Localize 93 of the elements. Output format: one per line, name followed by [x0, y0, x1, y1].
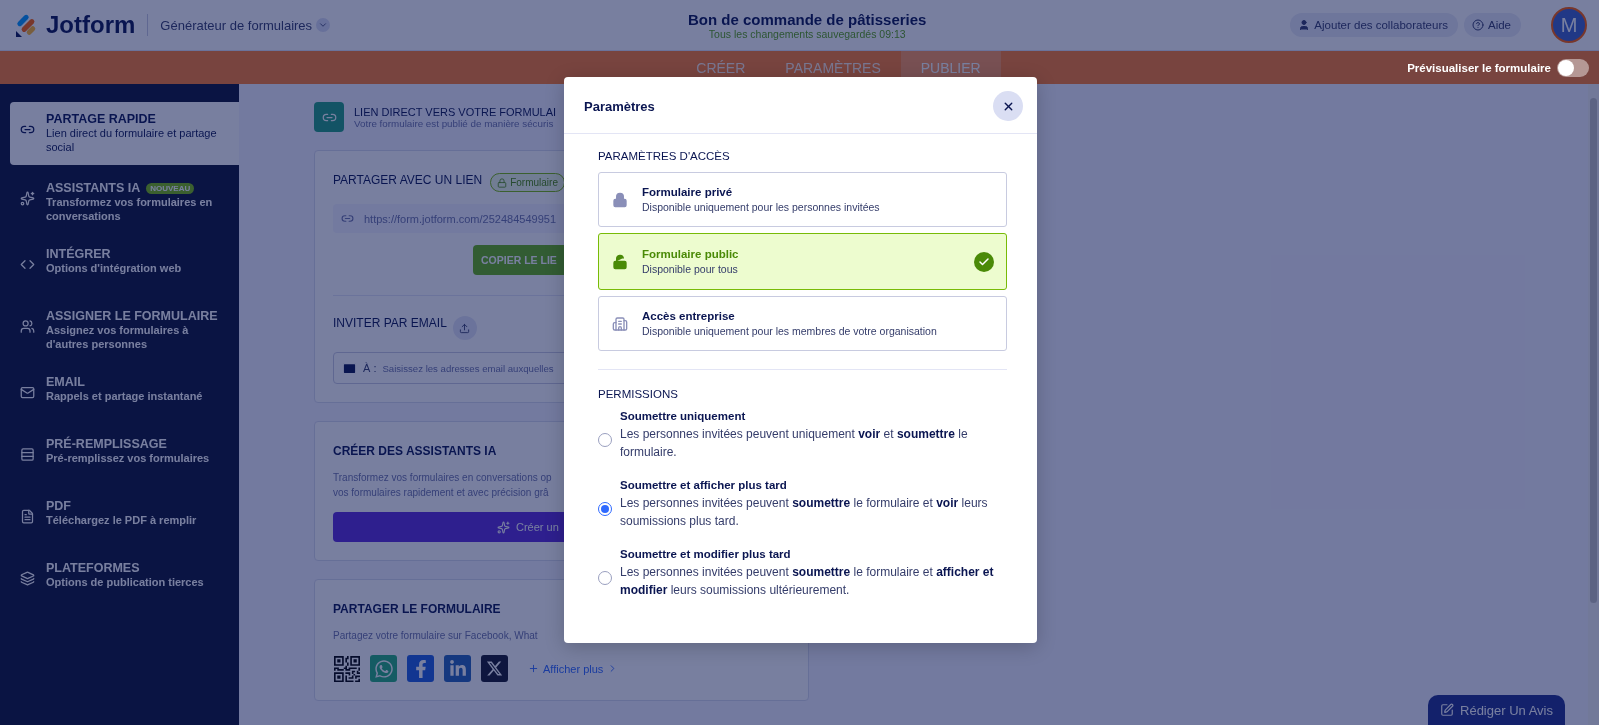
permission-radio[interactable] [598, 433, 612, 447]
plus-icon [528, 663, 539, 674]
sidebar-item-subtitle: Pré-remplissez vos formulaires [46, 451, 210, 465]
sidebar-item-title: ASSIGNER LE FORMULAIRE [46, 309, 218, 323]
save-status: Tous les changements sauvegardés 09:13 [708, 27, 906, 40]
builder-menu[interactable]: Générateur de formulaires [160, 17, 331, 33]
card-description: Partagez votre formulaire sur Facebook, What [333, 629, 538, 643]
access-option[interactable]: Accès entreprise Disponible uniquement pour les membres de votre organisation [598, 296, 1007, 351]
modal-title: Paramètres [584, 98, 655, 114]
section-title: LIEN DIRECT VERS VOTRE FORMULAI [354, 105, 557, 118]
card-title: PARTAGER LE FORMULAIRE [333, 602, 501, 616]
option-description: Disponible uniquement pour les membres de votre organisation [642, 325, 938, 337]
permission-title: Soumettre et modifier plus tard [620, 548, 792, 560]
check-icon [974, 251, 994, 272]
section-heading: PERMISSIONS [598, 388, 679, 400]
link-icon [314, 102, 344, 132]
access-option[interactable]: Formulaire privé Disponible uniquement pour les personnes invitées [598, 172, 1007, 227]
help-icon [1471, 19, 1484, 31]
sidebar-item[interactable]: EMAIL Rappels et partage instantané [10, 365, 239, 421]
sidebar-item-icon [20, 257, 35, 272]
link-icon [341, 212, 354, 225]
add-collaborators-button[interactable]: Ajouter des collaborateurs [1290, 13, 1458, 37]
sidebar-item-title: PARTAGE RAPIDE [46, 112, 156, 126]
card-title: CRÉER DES ASSISTANTS IA [333, 444, 497, 458]
email-input[interactable]: Saisissez les adresses email auxquelles [382, 362, 781, 374]
logo-text: Jotform [46, 11, 136, 39]
x-icon[interactable] [481, 655, 508, 682]
sidebar-item-subtitle: Transformez vos formulaires en conversations [46, 195, 214, 223]
permission-title: Soumettre et afficher plus tard [620, 479, 788, 491]
sidebar-item-icon [20, 571, 35, 586]
qr-code-icon[interactable] [333, 655, 360, 682]
option-title: Accès entreprise [642, 310, 736, 322]
sidebar-item-subtitle: Options de publication tierces [46, 575, 204, 589]
review-icon [1440, 703, 1454, 717]
close-button[interactable] [993, 91, 1023, 121]
sidebar-item-icon [20, 191, 35, 206]
card-description: vos formulaires rapidement et avec précision grâ [333, 486, 549, 500]
permission-description: Les personnes invitées peuvent soumettre le formulaire et afficher et modifier leurs soumissions ultérieurement. [620, 564, 995, 599]
sidebar-item[interactable]: ASSIGNER LE FORMULAIRE Assignez vos formulaires à d'autres personnes [10, 299, 239, 359]
sidebar-item-title: PLATEFORMES [46, 561, 140, 575]
sidebar-item[interactable]: PLATEFORMES Options de publication tierces [10, 551, 239, 607]
new-badge: NOUVEAU [146, 182, 195, 194]
access-option-icon [612, 191, 628, 208]
sidebar-item-icon [20, 509, 35, 524]
status-badge: Formulaire [490, 173, 565, 192]
scrollbar[interactable] [1588, 84, 1599, 725]
sidebar-item-icon [20, 447, 35, 462]
sidebar-item-subtitle: Lien direct du formulaire et partage social [46, 126, 218, 154]
sidebar-item[interactable]: PARTAGE RAPIDE Lien direct du formulaire et partage social [10, 102, 239, 165]
section-heading: PARAMÈTRES D'ACCÈS [598, 150, 731, 162]
sidebar-item[interactable]: PRÉ-REMPLISSAGE Pré-remplissez vos formulaires [10, 427, 239, 483]
review-button[interactable]: Rédiger Un Avis [1428, 695, 1565, 725]
sidebar-item[interactable]: INTÉGRER Options d'intégration web [10, 237, 239, 293]
sidebar-item-subtitle: Rappels et partage instantané [46, 389, 203, 403]
sidebar-item-title: PDF [46, 499, 71, 513]
sidebar-item-subtitle: Assignez vos formulaires à d'autres personnes [46, 323, 190, 351]
sidebar-item[interactable]: PDF Téléchargez le PDF à remplir [10, 489, 239, 545]
access-option-icon [612, 253, 628, 270]
form-title: Bon de commande de pâtisseries [688, 10, 927, 28]
sidebar-item-subtitle: Téléchargez le PDF à remplir [46, 513, 197, 527]
upload-icon[interactable] [452, 316, 477, 340]
permission-description: Les personnes invitées peuvent uniquement voir et soumettre le formulaire. [620, 426, 969, 461]
avatar[interactable]: M [1551, 7, 1587, 43]
chevron-down-icon [316, 18, 331, 32]
to-label: À : [363, 362, 377, 374]
access-option-icon [612, 315, 628, 332]
permission-radio[interactable] [598, 571, 612, 585]
option-title: Formulaire public [642, 248, 740, 260]
preview-toggle[interactable] [1557, 58, 1589, 77]
sidebar-item-title: EMAIL [46, 375, 85, 389]
help-button[interactable]: Aide [1463, 13, 1521, 37]
show-more-link[interactable]: Afficher plus [528, 662, 619, 675]
preview-label: Prévisualiser le formulaire [1407, 61, 1551, 74]
sparkle-icon [497, 520, 510, 534]
card-title: INVITER PAR EMAIL [333, 316, 447, 330]
card-title: PARTAGER AVEC UN LIEN [333, 173, 483, 187]
sidebar-item-subtitle: Options d'intégration web [46, 261, 182, 275]
option-title: Formulaire privé [642, 186, 734, 198]
sidebar-item-icon [20, 385, 35, 400]
sidebar-item-title: INTÉGRER [46, 247, 111, 261]
sidebar-item-title: PRÉ-REMPLISSAGE [46, 437, 167, 451]
facebook-icon[interactable] [407, 655, 434, 682]
sidebar-item-icon [20, 319, 35, 334]
option-description: Disponible pour tous [642, 263, 739, 275]
permission-title: Soumettre uniquement [620, 410, 747, 422]
sidebar-item-title: ASSISTANTS IA [46, 181, 141, 195]
sidebar-item[interactable]: ASSISTANTS IA NOUVEAU Transformez vos formulaires en conversations [10, 171, 239, 231]
access-option[interactable]: Formulaire public Disponible pour tous [598, 233, 1007, 290]
card-description: Transformez vos formulaires en conversations op [333, 471, 552, 485]
person-icon [1298, 19, 1311, 31]
permission-radio[interactable] [598, 502, 612, 516]
linkedin-icon[interactable] [444, 655, 471, 682]
whatsapp-icon[interactable] [370, 655, 397, 682]
